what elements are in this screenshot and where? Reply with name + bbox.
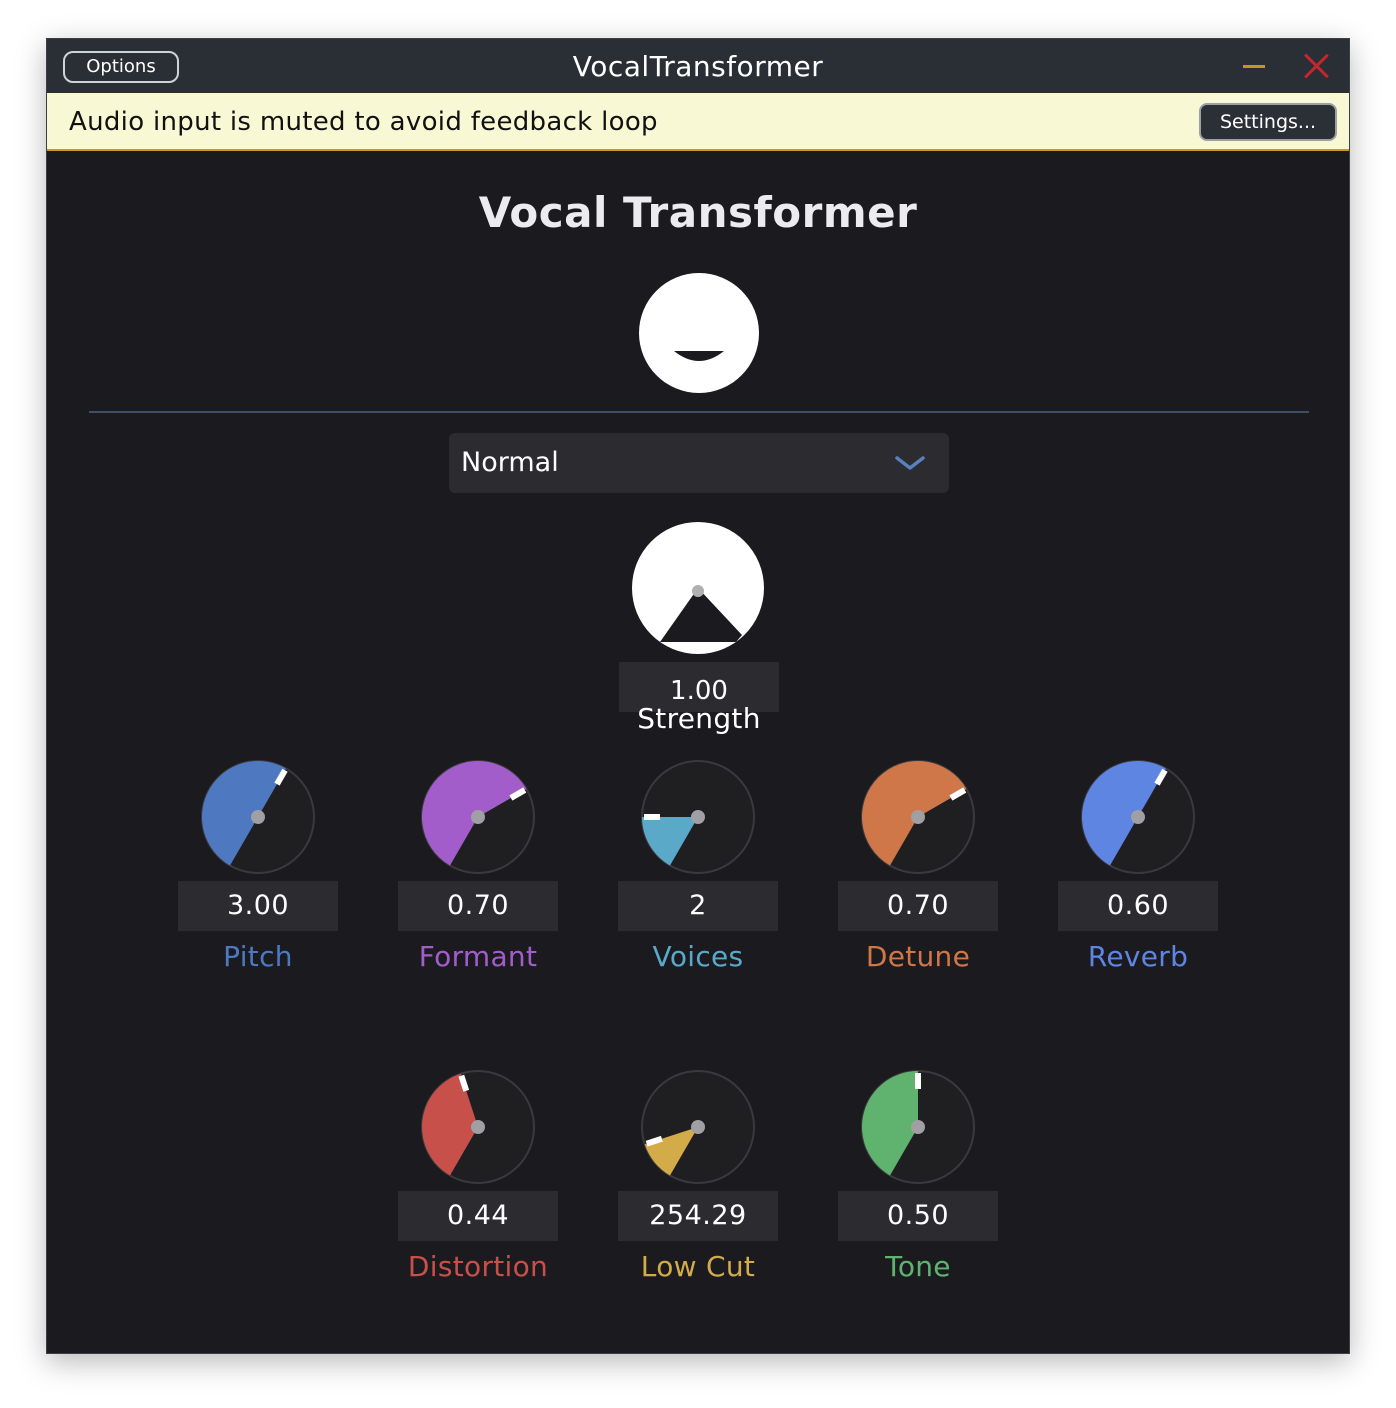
knob-pitch: 3.00 Pitch	[178, 759, 338, 979]
knob-formant: 0.70 Formant	[398, 759, 558, 979]
minimize-icon[interactable]	[1243, 65, 1265, 68]
tone-label: Tone	[885, 1250, 951, 1283]
pitch-label: Pitch	[223, 940, 293, 973]
voices-value[interactable]: 2	[618, 881, 778, 931]
distortion-knob-dial[interactable]	[420, 1069, 536, 1185]
reverb-label: Reverb	[1087, 940, 1189, 973]
strength-label: Strength	[637, 702, 761, 735]
formant-label: Formant	[418, 940, 538, 973]
formant-knob-dial[interactable]	[420, 759, 536, 875]
feedback-notice-bar: Audio input is muted to avoid feedback l…	[47, 93, 1349, 151]
voices-label: Voices	[652, 940, 744, 973]
detune-value[interactable]: 0.70	[838, 881, 998, 931]
tone-value[interactable]: 0.50	[838, 1191, 998, 1241]
pitch-knob-dial[interactable]	[200, 759, 316, 875]
voices-knob-dial[interactable]	[640, 759, 756, 875]
knob-low-cut: 254.29 Low Cut	[618, 1069, 778, 1289]
divider	[89, 411, 1309, 413]
pitch-value[interactable]: 3.00	[178, 881, 338, 931]
knob-reverb: 0.60 Reverb	[1058, 759, 1218, 979]
window-title: VocalTransformer	[572, 50, 824, 83]
close-icon[interactable]	[1303, 53, 1329, 79]
preset-selected-value: Normal	[461, 447, 559, 478]
plugin-window: Options VocalTransformer Audio input is …	[46, 38, 1350, 1354]
low-cut-knob-dial[interactable]	[640, 1069, 756, 1185]
detune-knob-dial[interactable]	[860, 759, 976, 875]
reverb-value[interactable]: 0.60	[1058, 881, 1218, 931]
knob-distortion: 0.44 Distortion	[398, 1069, 558, 1289]
formant-value[interactable]: 0.70	[398, 881, 558, 931]
distortion-label: Distortion	[407, 1250, 549, 1283]
distortion-value[interactable]: 0.44	[398, 1191, 558, 1241]
knob-detune: 0.70 Detune	[838, 759, 998, 979]
settings-button[interactable]: Settings...	[1199, 103, 1337, 141]
knob-tone: 0.50 Tone	[838, 1069, 998, 1289]
title-bar: Options VocalTransformer	[47, 39, 1349, 93]
notice-message: Audio input is muted to avoid feedback l…	[69, 107, 658, 137]
detune-label: Detune	[865, 940, 971, 973]
reverb-knob-dial[interactable]	[1080, 759, 1196, 875]
knob-voices: 2 Voices	[618, 759, 778, 979]
low-cut-value[interactable]: 254.29	[618, 1191, 778, 1241]
preset-dropdown[interactable]: Normal	[449, 433, 949, 493]
app-heading: Vocal Transformer	[478, 188, 918, 237]
face-icon	[639, 273, 759, 393]
tone-knob-dial[interactable]	[860, 1069, 976, 1185]
low-cut-label: Low Cut	[640, 1250, 756, 1283]
strength-knob[interactable]	[630, 520, 766, 656]
chevron-down-icon	[895, 456, 925, 470]
